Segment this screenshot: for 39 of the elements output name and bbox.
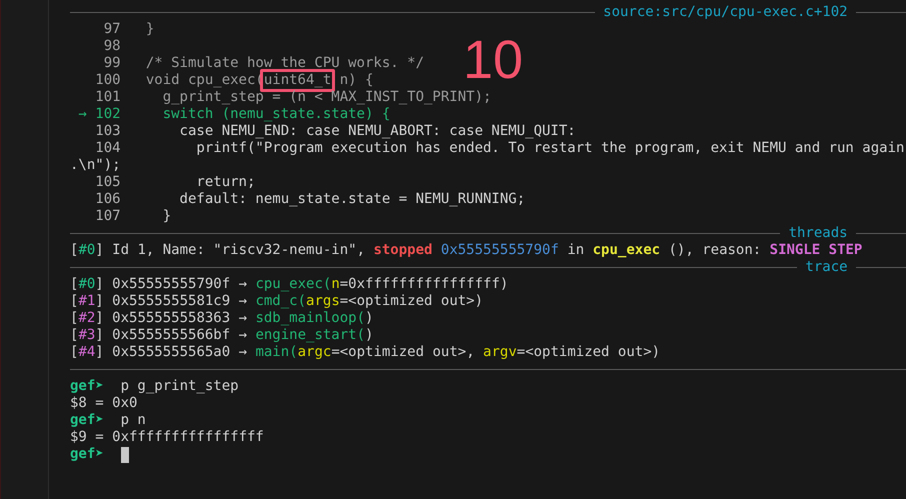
line-number: 101 (95, 89, 121, 106)
code-line: } (162, 208, 172, 225)
line-number: 105 (95, 174, 121, 191)
annotation-number: 10 (463, 30, 524, 90)
line-number: 107 (95, 208, 121, 225)
line-number: 102 (95, 106, 121, 123)
code-line: case NEMU_END: case NEMU_ABORT: case NEMU_QUIT: (178, 123, 576, 140)
line-number: 106 (95, 191, 121, 208)
line-number: 100 (95, 72, 121, 89)
code-line: g_print_step = (n < MAX_INST_TO_PRINT); (162, 89, 492, 106)
prompt-label: gef➤ (70, 378, 104, 395)
prompt-label: gef➤ (70, 446, 104, 463)
section-label: trace (804, 259, 849, 276)
output-text: $9 = 0xffffffffffffffff (70, 429, 264, 446)
line-number: 104 (95, 140, 121, 157)
section-label: source:src/cpu/cpu-exec.c+102 (602, 4, 849, 21)
command-text: p n (120, 412, 146, 429)
code-line: /* Simulate how the CPU works. */ (146, 55, 424, 72)
code-line: } (146, 21, 154, 38)
command-text: p g_print_step (120, 378, 239, 395)
line-number: 97 (102, 21, 121, 38)
code-line: return; (195, 174, 256, 191)
prompt-label: gef➤ (70, 412, 104, 429)
section-label: threads (788, 225, 849, 242)
code-line: switch (nemu_state.state) { (162, 106, 390, 123)
trace-line: [#4] 0x5555555565a0 → main(argc=<optimized out>, argv=<optimized out>) (70, 344, 660, 361)
line-number: 103 (95, 123, 121, 140)
trace-line: [#0] 0x55555555790f → cpu_exec(n=0xffffffffffffffff) (70, 276, 508, 293)
trace-line: [#2] 0x555555558363 → sdb_mainloop() (70, 310, 374, 327)
trace-line: [#1] 0x5555555581c9 → cmd_c(args=<optimized out>) (70, 293, 484, 310)
code-line: default: nemu_state.state = NEMU_RUNNING; (178, 191, 526, 208)
code-line: .\n"); (70, 157, 121, 174)
current-line-arrow: → (78, 106, 87, 123)
code-line: printf("Program execution has ended. To restart the program, exit NEMU and run again (195, 140, 904, 157)
line-number: 99 (102, 55, 121, 72)
thread-line: [#0] Id 1, Name: "riscv32-nemu-in", stopped 0x55555555790f in cpu_exec (), reason: SINGLE STEP (70, 242, 862, 259)
trace-line: [#3] 0x5555555566bf → engine_start() (70, 327, 374, 344)
line-number: 98 (102, 38, 121, 55)
output-text: $8 = 0x0 (70, 395, 138, 412)
